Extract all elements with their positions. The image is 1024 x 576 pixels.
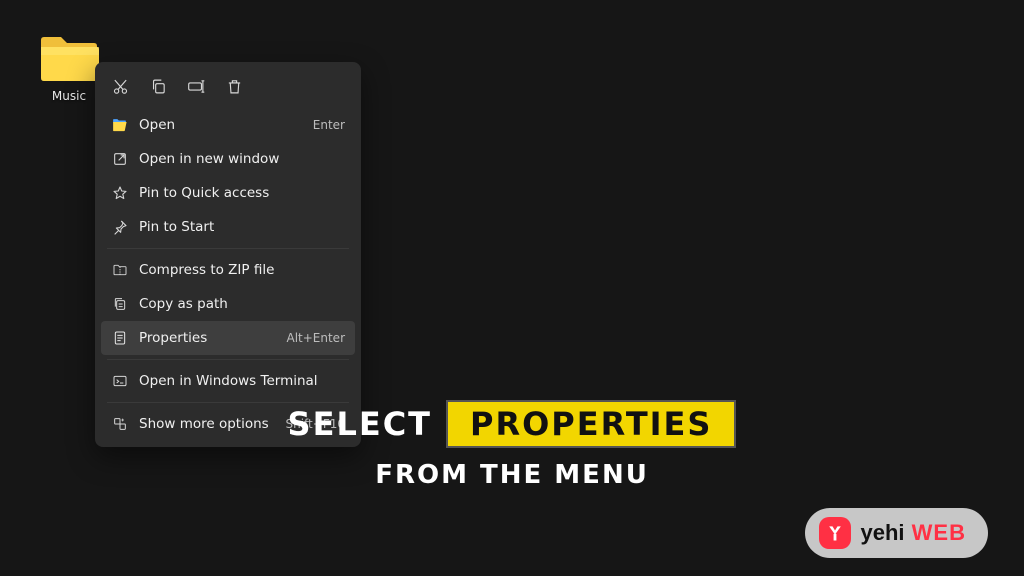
- context-menu-icon-bar: [101, 68, 355, 108]
- menu-item-label: Open in new window: [139, 151, 345, 167]
- caption-highlight: PROPERTIES: [448, 402, 734, 446]
- star-icon: [111, 185, 128, 202]
- new-window-icon: [111, 151, 128, 168]
- logo-pill: yehi WEB: [805, 508, 988, 558]
- menu-item-label: Open in Windows Terminal: [139, 373, 345, 389]
- menu-item-compress-zip[interactable]: Compress to ZIP file: [101, 253, 355, 287]
- copy-icon[interactable]: [141, 70, 175, 102]
- pin-icon: [111, 219, 128, 236]
- menu-item-label: Properties: [139, 330, 275, 346]
- context-menu: Open Enter Open in new window Pin to Qui…: [95, 62, 361, 447]
- logo-text-b: WEB: [905, 520, 966, 545]
- folder-icon: [39, 35, 99, 83]
- menu-item-pin-quick-access[interactable]: Pin to Quick access: [101, 176, 355, 210]
- menu-item-open[interactable]: Open Enter: [101, 108, 355, 142]
- logo-text-a: yehi: [861, 520, 905, 545]
- caption-lead: SELECT: [288, 405, 432, 443]
- open-folder-icon: [111, 117, 128, 134]
- menu-item-copy-path[interactable]: Copy as path: [101, 287, 355, 321]
- menu-item-open-terminal[interactable]: Open in Windows Terminal: [101, 364, 355, 398]
- menu-item-properties[interactable]: Properties Alt+Enter: [101, 321, 355, 355]
- menu-divider: [107, 359, 349, 360]
- menu-item-open-new-window[interactable]: Open in new window: [101, 142, 355, 176]
- menu-item-accel: Alt+Enter: [286, 331, 345, 345]
- logo-text: yehi WEB: [861, 520, 966, 546]
- rename-icon[interactable]: [179, 70, 213, 102]
- instruction-caption: SELECT PROPERTIES FROM THE MENU: [0, 400, 1024, 490]
- zip-icon: [111, 262, 128, 279]
- menu-item-accel: Enter: [313, 118, 345, 132]
- menu-item-label: Copy as path: [139, 296, 345, 312]
- delete-icon[interactable]: [217, 70, 251, 102]
- menu-item-label: Compress to ZIP file: [139, 262, 345, 278]
- menu-item-pin-start[interactable]: Pin to Start: [101, 210, 355, 244]
- copy-path-icon: [111, 296, 128, 313]
- menu-divider: [107, 248, 349, 249]
- menu-item-label: Open: [139, 117, 302, 133]
- menu-item-label: Pin to Quick access: [139, 185, 345, 201]
- terminal-icon: [111, 373, 128, 390]
- logo-mark-icon: [819, 517, 851, 549]
- caption-highlight-box: PROPERTIES: [446, 400, 736, 448]
- caption-tail: FROM THE MENU: [0, 460, 1024, 490]
- properties-icon: [111, 330, 128, 347]
- menu-item-label: Pin to Start: [139, 219, 345, 235]
- cut-icon[interactable]: [103, 70, 137, 102]
